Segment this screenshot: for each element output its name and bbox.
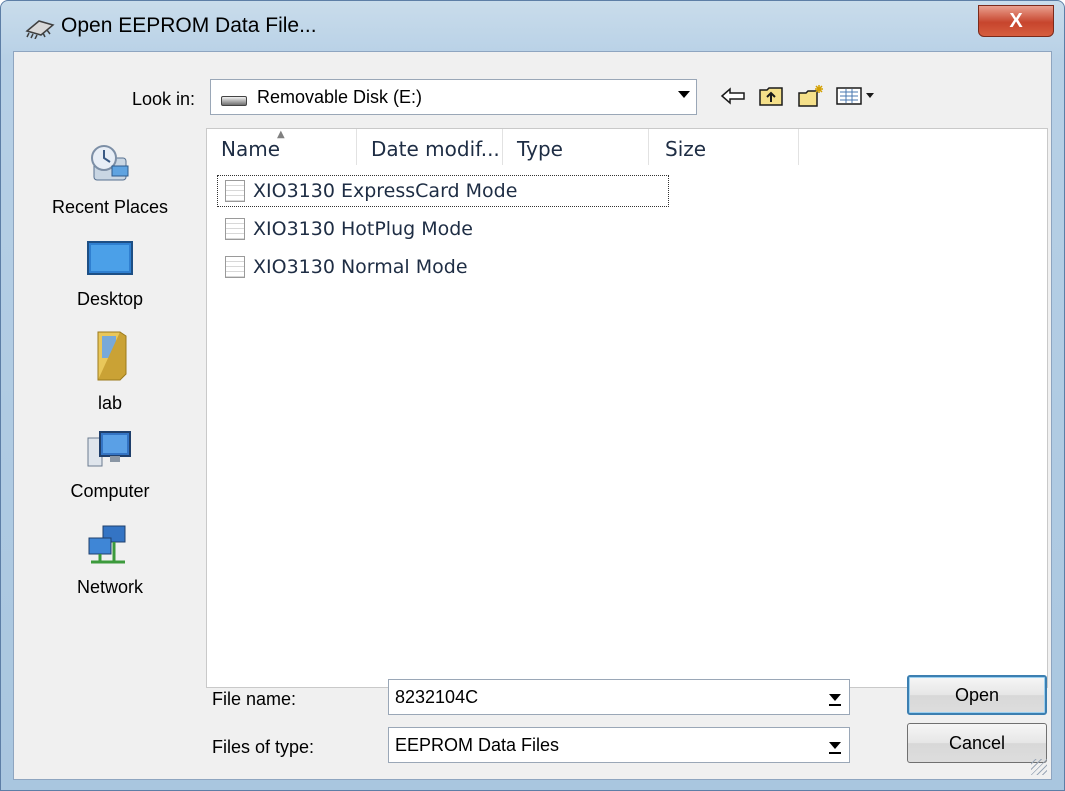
sort-ascending-icon: ▲: [277, 129, 285, 140]
new-folder-button[interactable]: [796, 82, 826, 110]
lookin-value: Removable Disk (E:): [257, 87, 423, 107]
chevron-down-icon[interactable]: [678, 91, 690, 98]
resize-grip[interactable]: [1031, 759, 1047, 775]
filetype-dropdown-button[interactable]: [825, 734, 845, 756]
column-header-size[interactable]: Size: [649, 129, 799, 165]
file-name: XIO3130 ExpressCard Mode: [253, 180, 518, 202]
document-icon: [225, 256, 245, 278]
filename-dropdown-button[interactable]: [825, 686, 845, 708]
cancel-button[interactable]: Cancel: [907, 723, 1047, 763]
column-header-label: Size: [665, 137, 707, 161]
place-label: Computer: [70, 481, 150, 501]
file-name: XIO3130 Normal Mode: [253, 256, 468, 278]
place-lab[interactable]: lab: [14, 328, 206, 414]
place-label: lab: [97, 393, 123, 413]
open-button[interactable]: Open: [907, 675, 1047, 715]
close-icon: X: [1009, 9, 1023, 32]
dialog-client: Look in: Removable Disk (E:) Recent Plac…: [13, 51, 1052, 780]
place-label: Desktop: [76, 289, 144, 309]
close-button[interactable]: X: [978, 5, 1054, 37]
recent-places-icon: [91, 145, 129, 181]
view-menu-icon: [836, 87, 874, 105]
file-row[interactable]: XIO3130 HotPlug Mode: [217, 213, 473, 245]
filename-input[interactable]: 8232104C: [388, 679, 850, 715]
open-button-label: Open: [954, 684, 1000, 705]
place-label: Recent Places: [51, 197, 169, 217]
column-header-type[interactable]: Type: [503, 129, 649, 165]
document-icon: [225, 218, 245, 240]
up-folder-icon: [759, 87, 783, 106]
document-icon: [225, 180, 245, 202]
dropdown-underline: [829, 704, 841, 706]
view-menu-button[interactable]: [834, 82, 880, 110]
computer-icon: [87, 431, 131, 467]
window-title: Open EEPROM Data File...: [61, 14, 317, 37]
removable-disk-icon: [221, 96, 247, 106]
filename-value: 8232104C: [395, 687, 479, 707]
lookin-dropdown[interactable]: Removable Disk (E:): [210, 79, 697, 115]
place-computer[interactable]: Computer: [14, 428, 206, 502]
filetype-select[interactable]: EEPROM Data Files: [388, 727, 850, 763]
new-folder-icon: [798, 85, 823, 107]
place-label: Network: [76, 577, 143, 597]
network-icon: [88, 525, 126, 564]
file-row[interactable]: XIO3130 ExpressCard Mode: [217, 175, 669, 207]
dialog-window: Open EEPROM Data File... X Look in: Remo…: [0, 0, 1065, 791]
filetype-value: EEPROM Data Files: [395, 735, 560, 755]
column-header-date[interactable]: Date modif...: [357, 129, 503, 165]
column-header-label: Name: [221, 137, 281, 161]
dropdown-underline: [829, 752, 841, 754]
file-list[interactable]: ▲ Name Date modif... Type Size XIO3130 E…: [206, 128, 1048, 688]
file-name: XIO3130 HotPlug Mode: [253, 218, 473, 240]
back-arrow-icon: [720, 87, 745, 105]
place-network[interactable]: Network: [14, 524, 206, 598]
chip-icon: [25, 20, 55, 39]
lookin-label: Look in:: [132, 89, 196, 109]
cancel-button-label: Cancel: [948, 732, 1006, 753]
column-header-label: Type: [517, 137, 563, 161]
filename-label: File name:: [212, 689, 297, 709]
filetype-label: Files of type:: [212, 737, 315, 757]
place-desktop[interactable]: Desktop: [14, 238, 206, 310]
desktop-icon: [87, 241, 133, 275]
back-button[interactable]: [718, 82, 748, 110]
chevron-down-icon: [829, 694, 841, 701]
up-folder-button[interactable]: [756, 82, 786, 110]
places-bar: Recent Places Desktop lab Computer Netwo…: [14, 128, 206, 688]
file-row[interactable]: XIO3130 Normal Mode: [217, 251, 468, 283]
place-recent-places[interactable]: Recent Places: [14, 140, 206, 218]
user-folder-icon: [97, 331, 127, 381]
column-header-label: Date modif...: [371, 137, 500, 161]
chevron-down-icon: [829, 742, 841, 749]
column-header-name[interactable]: ▲ Name: [207, 129, 357, 165]
title-bar[interactable]: Open EEPROM Data File... X: [1, 1, 1064, 51]
